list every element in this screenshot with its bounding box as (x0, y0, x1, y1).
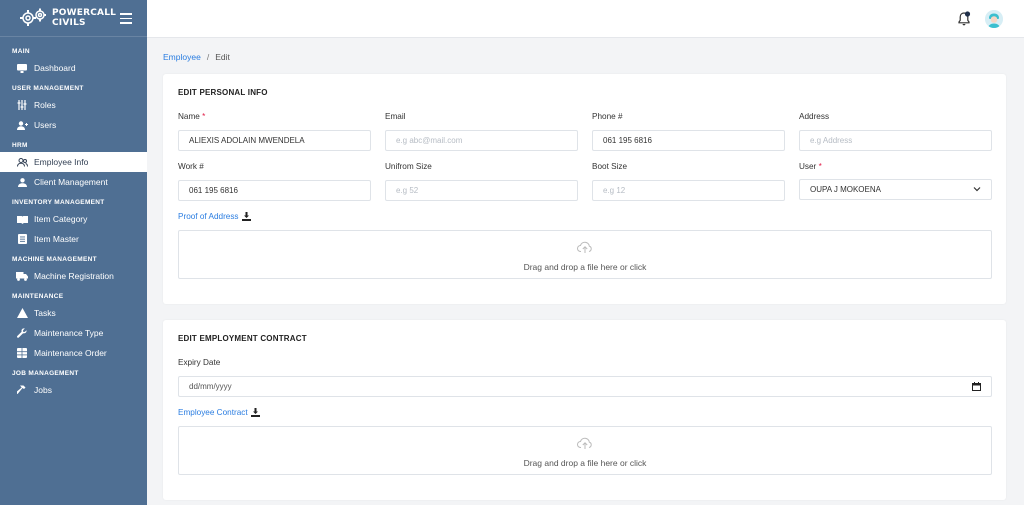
sidebar: POWERCALL CIVILS MAIN Dashboard USER MAN… (0, 0, 147, 505)
download-icon (250, 408, 260, 417)
email-input[interactable]: e.g abc@mail.com (385, 130, 578, 151)
sidebar-item-dashboard[interactable]: Dashboard (0, 58, 147, 78)
chevron-down-icon (973, 187, 981, 192)
menu-toggle-icon[interactable] (120, 13, 132, 24)
sidebar-item-label: Jobs (34, 385, 52, 395)
address-label: Address (799, 112, 830, 121)
nav-section-hrm: HRM (12, 142, 28, 149)
expiry-date-label: Expiry Date (178, 358, 221, 367)
cloud-upload-icon (577, 241, 592, 253)
user-select-value: OUPA J MOKOENA (810, 185, 881, 194)
hammer-icon (16, 384, 28, 396)
notification-bell-icon[interactable] (957, 11, 971, 26)
download-icon (241, 212, 251, 221)
wrench-icon (16, 327, 28, 339)
proof-of-address-dropzone[interactable]: Drag and drop a file here or click (178, 230, 992, 279)
expiry-date-placeholder: dd/mm/yyyy (189, 382, 232, 391)
sidebar-item-label: Machine Registration (34, 271, 114, 281)
boot-size-label: Boot Size (592, 162, 628, 171)
sidebar-item-roles[interactable]: Roles (0, 95, 147, 115)
personal-info-card: EDIT PERSONAL INFO Name * ALIEXIS ADOLAI… (163, 74, 1006, 304)
personal-info-title: EDIT PERSONAL INFO (178, 88, 268, 97)
address-input[interactable]: e.g Address (799, 130, 992, 151)
sidebar-item-maintenance-order[interactable]: Maintenance Order (0, 343, 147, 363)
user-plus-icon (16, 119, 28, 131)
sidebar-item-users[interactable]: Users (0, 115, 147, 135)
employment-contract-title: EDIT EMPLOYMENT CONTRACT (178, 334, 307, 343)
name-label: Name * (178, 112, 206, 121)
sidebar-item-label: Users (34, 120, 57, 130)
sidebar-item-jobs[interactable]: Jobs (0, 380, 147, 400)
breadcrumb-current: Edit (215, 52, 230, 62)
sidebar-nav: MAIN Dashboard USER MANAGEMENT Roles Use… (0, 37, 147, 400)
sidebar-item-label: Client Management (34, 177, 108, 187)
calendar-icon[interactable] (972, 382, 981, 391)
sidebar-item-employee-info[interactable]: Employee Info (0, 152, 147, 172)
sidebar-item-maintenance-type[interactable]: Maintenance Type (0, 323, 147, 343)
boot-size-input[interactable]: e.g 12 (592, 180, 785, 201)
phone-input[interactable]: 061 195 6816 (592, 130, 785, 151)
employee-contract-link[interactable]: Employee Contract (178, 408, 260, 417)
user-icon (16, 176, 28, 188)
topbar (147, 0, 1024, 38)
employee-contract-dropzone[interactable]: Drag and drop a file here or click (178, 426, 992, 475)
nav-section-main: MAIN (12, 48, 30, 55)
sliders-icon (16, 99, 28, 111)
table-icon (16, 347, 28, 359)
user-label: User * (799, 162, 822, 171)
work-label: Work # (178, 162, 204, 171)
breadcrumb: Employee / Edit (163, 52, 230, 62)
work-input[interactable]: 061 195 6816 (178, 180, 371, 201)
expiry-date-input[interactable]: dd/mm/yyyy (178, 376, 992, 397)
dashboard-icon (16, 62, 28, 74)
dropzone-text: Drag and drop a file here or click (523, 458, 647, 468)
sidebar-item-label: Employee Info (34, 157, 89, 167)
gears-logo-icon (20, 8, 46, 26)
nav-section-inventory-management: INVENTORY MANAGEMENT (12, 199, 105, 206)
list-icon (16, 233, 28, 245)
sidebar-item-label: Roles (34, 100, 56, 110)
required-mark: * (202, 112, 206, 121)
nav-section-maintenance: MAINTENANCE (12, 293, 64, 300)
book-icon (16, 213, 28, 225)
sidebar-item-tasks[interactable]: Tasks (0, 303, 147, 323)
sidebar-item-label: Dashboard (34, 63, 76, 73)
users-icon (16, 156, 28, 168)
sidebar-item-label: Item Category (34, 214, 88, 224)
sidebar-item-label: Item Master (34, 234, 79, 244)
nav-section-user-management: USER MANAGEMENT (12, 85, 84, 92)
email-label: Email (385, 112, 406, 121)
brand-name: POWERCALL CIVILS (52, 8, 117, 28)
uniform-size-label: Unifrom Size (385, 162, 432, 171)
sidebar-item-label: Maintenance Order (34, 348, 107, 358)
dropzone-text: Drag and drop a file here or click (523, 262, 647, 272)
user-avatar[interactable] (985, 10, 1003, 28)
required-mark: * (818, 162, 822, 171)
uniform-size-input[interactable]: e.g 52 (385, 180, 578, 201)
nav-section-machine-management: MACHINE MANAGEMENT (12, 256, 97, 263)
nav-section-job-management: JOB MANAGEMENT (12, 370, 79, 377)
breadcrumb-separator: / (206, 52, 210, 62)
warning-icon (16, 307, 28, 319)
sidebar-item-label: Tasks (34, 308, 56, 318)
user-select[interactable]: OUPA J MOKOENA (799, 179, 992, 200)
breadcrumb-employee-link[interactable]: Employee (163, 52, 201, 62)
avatar-icon (985, 10, 1003, 28)
sidebar-item-client-management[interactable]: Client Management (0, 172, 147, 192)
name-input[interactable]: ALIEXIS ADOLAIN MWENDELA (178, 130, 371, 151)
cloud-upload-icon (577, 437, 592, 449)
proof-of-address-link[interactable]: Proof of Address (178, 212, 251, 221)
phone-label: Phone # (592, 112, 623, 121)
truck-icon (16, 270, 28, 282)
sidebar-item-machine-registration[interactable]: Machine Registration (0, 266, 147, 286)
sidebar-item-item-category[interactable]: Item Category (0, 209, 147, 229)
sidebar-item-item-master[interactable]: Item Master (0, 229, 147, 249)
employment-contract-card: EDIT EMPLOYMENT CONTRACT Expiry Date dd/… (163, 320, 1006, 500)
sidebar-item-label: Maintenance Type (34, 328, 104, 338)
